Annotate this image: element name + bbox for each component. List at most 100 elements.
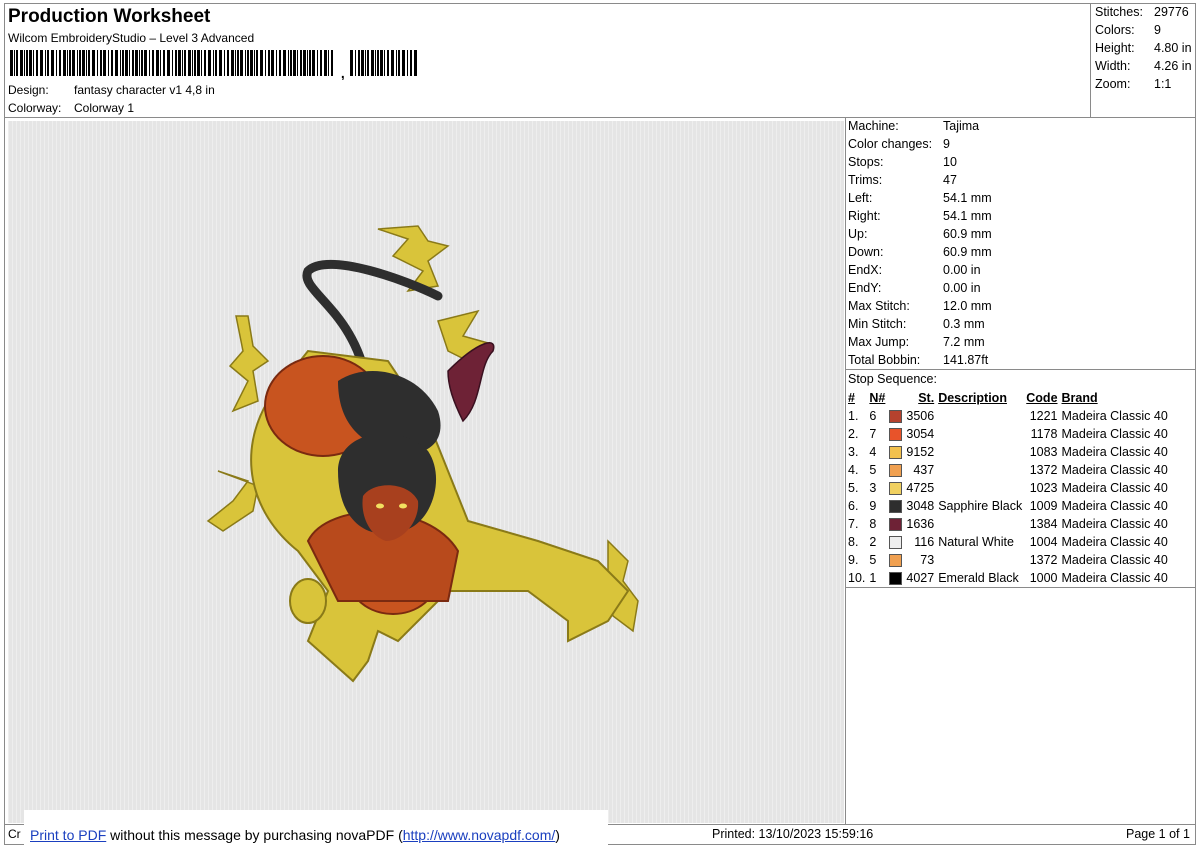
cell-code: 1023: [1029, 481, 1058, 495]
stat-value: 29776: [1154, 5, 1189, 19]
cell-description: [936, 407, 1024, 425]
divider: [4, 117, 1196, 118]
barcode-bar: [276, 50, 277, 76]
machine-label: Left:: [848, 191, 873, 205]
table-row: 6. 9 3048 Sapphire Black 1009 Madeira Classic…: [846, 497, 1170, 515]
barcode-bar: [380, 50, 383, 76]
barcode-bar: [297, 50, 298, 76]
cell-swatch: [887, 569, 904, 587]
barcode-bar: [100, 50, 102, 76]
cell-swatch: [887, 515, 904, 533]
cell-index: 10.: [848, 571, 866, 585]
stat-value: 4.26 in: [1154, 59, 1192, 73]
cell-description: [936, 425, 1024, 443]
print-to-pdf-link[interactable]: Print to PDF: [30, 827, 106, 843]
barcode-bar: [240, 50, 243, 76]
barcode-bar: [26, 50, 28, 76]
design-preview: [8, 121, 844, 823]
stat-row: Width: 4.26 in: [1095, 59, 1192, 77]
cell-description: Sapphire Black: [938, 499, 1023, 513]
machine-label: Down:: [848, 245, 884, 259]
barcode-bar: [139, 50, 140, 76]
barcode-bar: [47, 50, 49, 76]
color-swatch: [889, 518, 903, 532]
barcode-bar: [156, 50, 159, 76]
novapdf-url-link[interactable]: http://www.novapdf.com/: [403, 827, 556, 843]
color-swatch: [889, 554, 903, 568]
cell-swatch: [887, 497, 904, 515]
col-header-brand: Brand: [1061, 391, 1098, 405]
barcode-bar: [88, 50, 90, 76]
machine-row: Max Jump: 7.2 mm: [848, 335, 992, 353]
machine-value: 141.87ft: [943, 353, 989, 367]
machine-label: Min Stitch:: [848, 317, 907, 331]
cell-brand: Madeira Classic 40: [1061, 409, 1168, 423]
barcode-bar: [245, 50, 246, 76]
barcode-bar: [312, 50, 315, 76]
machine-row: Trims: 47: [848, 173, 992, 191]
cell-code: 1372: [1029, 463, 1058, 477]
machine-label: Max Stitch:: [848, 299, 910, 313]
cell-stitches: 4725: [906, 481, 935, 495]
cell-stitches: 437: [913, 463, 935, 477]
table-header-row: # N# St. Description Code Brand: [846, 389, 1170, 407]
cell-code: 1178: [1030, 427, 1058, 441]
machine-label: EndY:: [848, 281, 882, 295]
table-row: 5. 3 4725 1023 Madeira Classic 40: [846, 479, 1170, 497]
cell-code: 1004: [1029, 535, 1058, 549]
machine-row: EndY: 0.00 in: [848, 281, 992, 299]
design-value: fantasy character v1 4,8 in: [74, 83, 215, 97]
barcode-bar: [396, 50, 397, 76]
table-row: 2. 7 3054 1178 Madeira Classic 40: [846, 425, 1170, 443]
cell-description: [936, 515, 1024, 533]
cell-description: [936, 479, 1024, 497]
machine-row: Total Bobbin: 141.87ft: [848, 353, 992, 371]
barcode-bar: [235, 50, 236, 76]
cell-needle: 4: [869, 445, 877, 459]
novapdf-message: Print to PDF without this message by pur…: [30, 827, 560, 843]
cell-code: 1384: [1029, 517, 1058, 531]
stop-sequence-table: # N# St. Description Code Brand 1. 6 3506 1…: [846, 389, 1170, 587]
stat-label: Colors:: [1095, 23, 1135, 37]
barcode-bar: [16, 50, 18, 76]
color-swatch: [889, 500, 903, 514]
barcode-bar: [14, 50, 15, 76]
barcode-bar: [254, 50, 255, 76]
cell-swatch: [887, 461, 904, 479]
page-number: Page 1 of 1: [1126, 827, 1190, 841]
cell-brand: Madeira Classic 40: [1061, 481, 1168, 495]
barcode-bar: [375, 50, 376, 76]
barcode-bar: [20, 50, 23, 76]
machine-label: EndX:: [848, 263, 883, 277]
cell-needle: 7: [869, 427, 877, 441]
cell-swatch: [887, 425, 904, 443]
machine-value: 54.1 mm: [943, 191, 992, 205]
barcode-bar: [125, 50, 128, 76]
barcode-bar: [152, 50, 154, 76]
cell-brand: Madeira Classic 40: [1061, 427, 1168, 441]
barcode-bar: [192, 50, 193, 76]
software-name: Wilcom EmbroideryStudio – Level 3 Advanc…: [8, 31, 255, 45]
barcode-bar: [288, 50, 289, 76]
barcode-icon: ,: [10, 50, 417, 80]
color-swatch: [889, 482, 903, 496]
barcode-bar: [86, 50, 87, 76]
barcode-bar: [300, 50, 302, 76]
machine-label: Total Bobbin:: [848, 353, 921, 367]
page-title: Production Worksheet: [8, 6, 211, 27]
barcode-bar: [122, 50, 124, 76]
cell-needle: 3: [869, 481, 877, 495]
cell-code: 1221: [1029, 409, 1058, 423]
embroidery-design-image: [206, 225, 639, 683]
cell-index: 7.: [848, 517, 859, 531]
col-header-code: Code: [1026, 391, 1058, 405]
barcode-bar: [219, 50, 222, 76]
barcode-bar: [410, 50, 412, 76]
barcode-bar: [201, 50, 202, 76]
barcode-bar: [149, 50, 150, 76]
barcode-bar: [260, 50, 263, 76]
cell-stitches: 4027: [906, 571, 935, 585]
machine-label: Stops:: [848, 155, 884, 169]
cell-needle: 2: [869, 535, 877, 549]
cell-needle: 1: [869, 571, 877, 585]
